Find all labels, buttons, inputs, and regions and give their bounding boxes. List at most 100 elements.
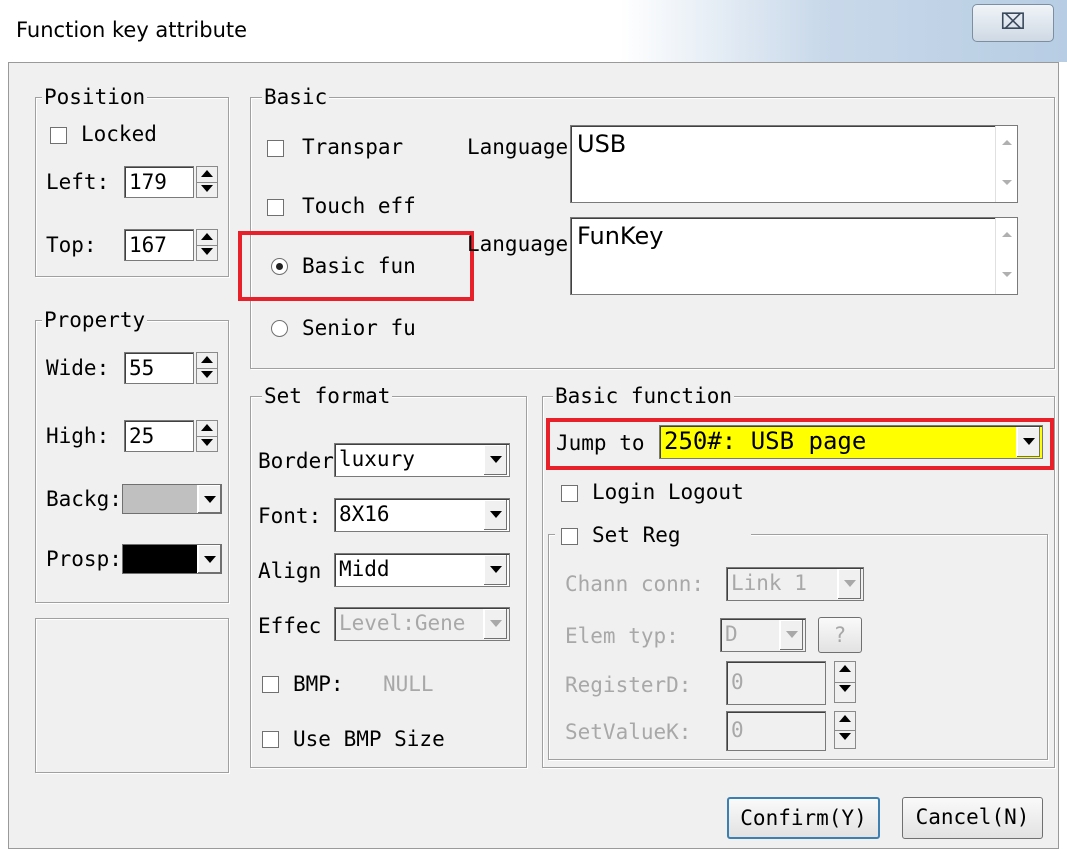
border-value: luxury [339, 447, 415, 471]
basic-fun-highlight [238, 231, 474, 301]
touch-effect-label: Touch eff [302, 194, 416, 218]
title-bar: Function key attribute ⌧ [0, 0, 1067, 62]
register-d-spinner[interactable] [834, 661, 856, 703]
setvalue-k-input[interactable]: 0 [726, 711, 826, 751]
wide-label: Wide: [46, 356, 110, 380]
senior-fu-label: Senior fu [302, 316, 416, 340]
spin-down-icon[interactable] [197, 368, 217, 383]
bmp-value: NULL [383, 672, 434, 696]
basic-function-group-label: Basic function [553, 384, 735, 408]
spin-up-icon[interactable] [197, 167, 217, 183]
login-logout-label: Login Logout [592, 480, 744, 504]
font-select[interactable]: 8X16 [334, 498, 510, 532]
chevron-down-icon[interactable] [779, 620, 803, 650]
top-label: Top: [46, 233, 97, 257]
elem-type-value: D [725, 622, 738, 646]
language1-textbox[interactable]: USB [570, 125, 1018, 203]
touch-effect-checkbox[interactable] [267, 199, 284, 216]
register-d-label: RegisterD: [565, 673, 692, 697]
align-label: Align [258, 559, 322, 583]
left-label: Left: [46, 170, 110, 194]
border-label: Border [258, 449, 334, 473]
position-group-label: Position [42, 85, 148, 109]
set-reg-checkbox[interactable] [561, 528, 578, 545]
cancel-button[interactable]: Cancel(N) [902, 797, 1043, 839]
top-input[interactable]: 167 [124, 229, 194, 261]
bmp-label: BMP: [293, 672, 344, 696]
language1-scrollbar[interactable] [995, 126, 1017, 202]
jump-to-highlight [546, 418, 1054, 470]
elem-type-label: Elem typ: [565, 624, 679, 648]
transparent-label: Transpar [302, 135, 404, 159]
property-group-label: Property [42, 308, 148, 332]
language1-label: Language [467, 135, 569, 159]
spin-down-icon[interactable] [835, 682, 855, 702]
high-input[interactable]: 25 [124, 420, 194, 452]
prosp-label: Prosp: [46, 547, 122, 571]
spin-down-icon[interactable] [197, 182, 217, 197]
set-format-group-label: Set format [262, 384, 393, 408]
language2-textbox[interactable]: FunKey [570, 217, 1018, 295]
left-spinner[interactable] [196, 166, 218, 198]
spin-down-icon[interactable] [197, 436, 217, 451]
scroll-up-icon[interactable] [996, 132, 1016, 152]
transparent-checkbox[interactable] [267, 140, 284, 157]
chann-conn-label: Chann conn: [565, 572, 705, 596]
chevron-down-icon[interactable] [837, 569, 861, 599]
spin-up-icon[interactable] [197, 353, 217, 369]
login-logout-checkbox[interactable] [561, 485, 578, 502]
spin-up-icon[interactable] [197, 230, 217, 246]
chevron-down-icon[interactable] [483, 445, 507, 475]
wide-input[interactable]: 55 [124, 352, 194, 384]
align-select[interactable]: Midd [334, 553, 510, 587]
preview-panel [35, 618, 229, 773]
set-reg-label: Set Reg [592, 523, 681, 547]
chann-conn-select[interactable]: Link 1 [726, 567, 864, 601]
locked-label: Locked [81, 122, 157, 146]
spin-up-icon[interactable] [197, 421, 217, 437]
bmp-checkbox[interactable] [262, 676, 279, 693]
effect-select[interactable]: Level:Gene [334, 607, 510, 641]
locked-checkbox[interactable] [50, 127, 67, 144]
elem-type-select[interactable]: D [720, 618, 806, 652]
effect-label: Effec [258, 614, 322, 638]
chevron-down-icon[interactable] [483, 609, 507, 639]
spin-down-icon[interactable] [197, 245, 217, 260]
chevron-down-icon[interactable] [483, 500, 507, 530]
language1-text: USB [577, 130, 627, 158]
chann-conn-value: Link 1 [731, 571, 807, 595]
left-input[interactable]: 179 [124, 166, 194, 198]
scroll-up-icon[interactable] [996, 224, 1016, 244]
scroll-down-icon[interactable] [996, 264, 1016, 284]
wide-spinner[interactable] [196, 352, 218, 384]
setvalue-k-spinner[interactable] [834, 711, 856, 749]
spin-down-icon[interactable] [835, 730, 855, 748]
language2-scrollbar[interactable] [995, 218, 1017, 294]
top-spinner[interactable] [196, 229, 218, 261]
register-d-input[interactable]: 0 [726, 661, 826, 705]
prosp-color-picker[interactable] [122, 544, 222, 574]
language2-text: FunKey [577, 222, 664, 250]
confirm-button[interactable]: Confirm(Y) [727, 797, 880, 839]
setvalue-k-label: SetValueK: [565, 720, 692, 744]
align-value: Midd [339, 557, 390, 581]
elem-type-help-button[interactable]: ? [818, 617, 862, 653]
backg-color-picker[interactable] [122, 484, 222, 514]
scroll-down-icon[interactable] [996, 172, 1016, 192]
use-bmp-size-checkbox[interactable] [262, 731, 279, 748]
spin-up-icon[interactable] [835, 662, 855, 683]
use-bmp-size-label: Use BMP Size [293, 727, 445, 751]
high-spinner[interactable] [196, 420, 218, 452]
chevron-down-icon[interactable] [197, 485, 221, 513]
close-button[interactable]: ⌧ [972, 4, 1054, 42]
window-title: Function key attribute [16, 18, 248, 42]
spin-up-icon[interactable] [835, 712, 855, 731]
senior-fu-radio[interactable] [271, 320, 288, 337]
chevron-down-icon[interactable] [483, 555, 507, 585]
chevron-down-icon[interactable] [197, 545, 221, 573]
backg-label: Backg: [46, 487, 122, 511]
border-select[interactable]: luxury [334, 443, 510, 477]
close-icon: ⌧ [1000, 10, 1026, 35]
font-label: Font: [258, 504, 322, 528]
high-label: High: [46, 424, 110, 448]
